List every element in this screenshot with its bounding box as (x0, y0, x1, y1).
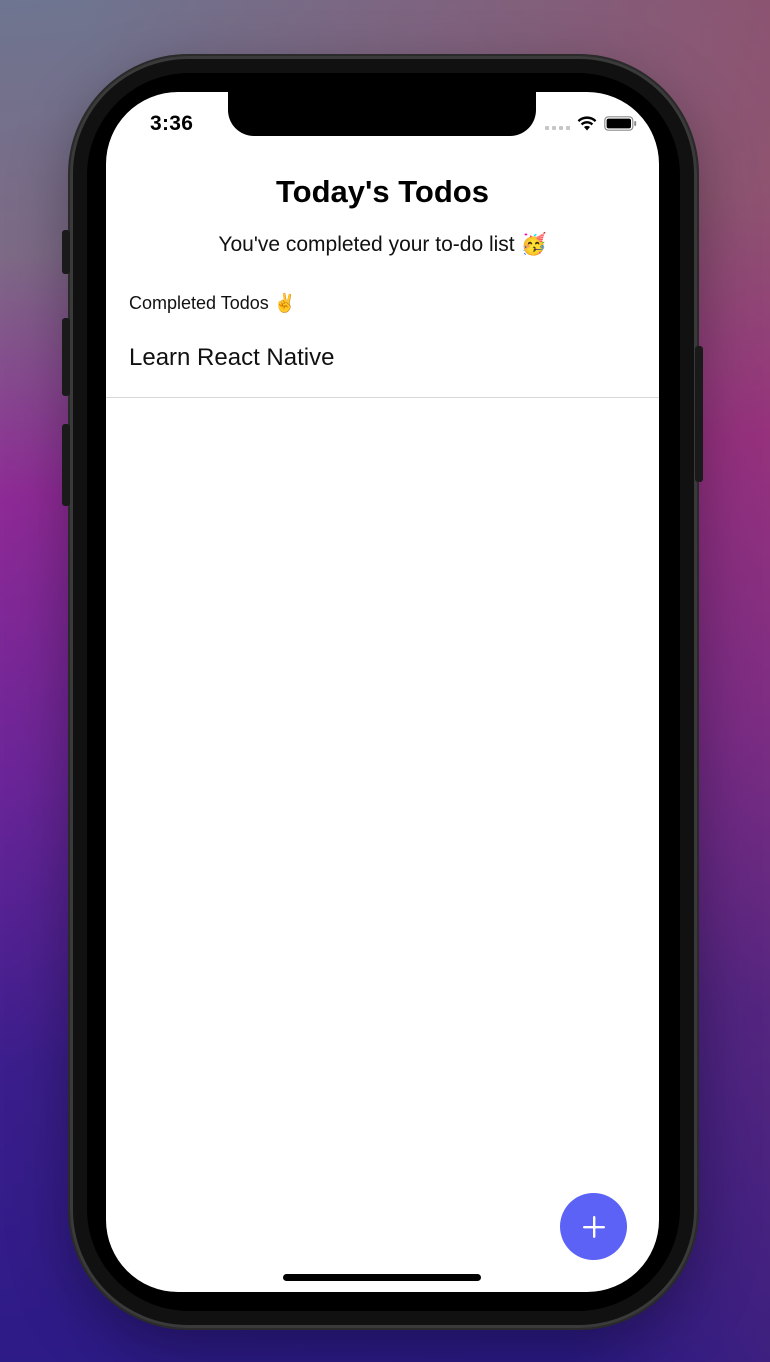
cellular-signal-icon (545, 118, 570, 130)
battery-icon (604, 116, 637, 131)
add-todo-button[interactable] (560, 1193, 627, 1260)
volume-down-button (62, 424, 70, 506)
status-icons (545, 116, 637, 131)
volume-up-button (62, 318, 70, 396)
wifi-icon (577, 116, 597, 131)
plus-icon (582, 1215, 605, 1238)
home-indicator[interactable] (283, 1274, 481, 1281)
notch (228, 92, 536, 136)
todo-item[interactable]: Learn React Native (106, 328, 659, 398)
page-title: Today's Todos (276, 174, 489, 209)
mute-switch (62, 230, 70, 274)
section-label-completed: Completed Todos ✌️ (129, 293, 297, 313)
status-time: 3:36 (150, 112, 194, 135)
app-screen: 3:36 Today's Todos You've completed your… (106, 92, 659, 1292)
todo-item-text: Learn React Native (129, 344, 335, 371)
completion-message: You've completed your to-do list 🥳 (218, 233, 547, 256)
power-button (695, 346, 703, 482)
